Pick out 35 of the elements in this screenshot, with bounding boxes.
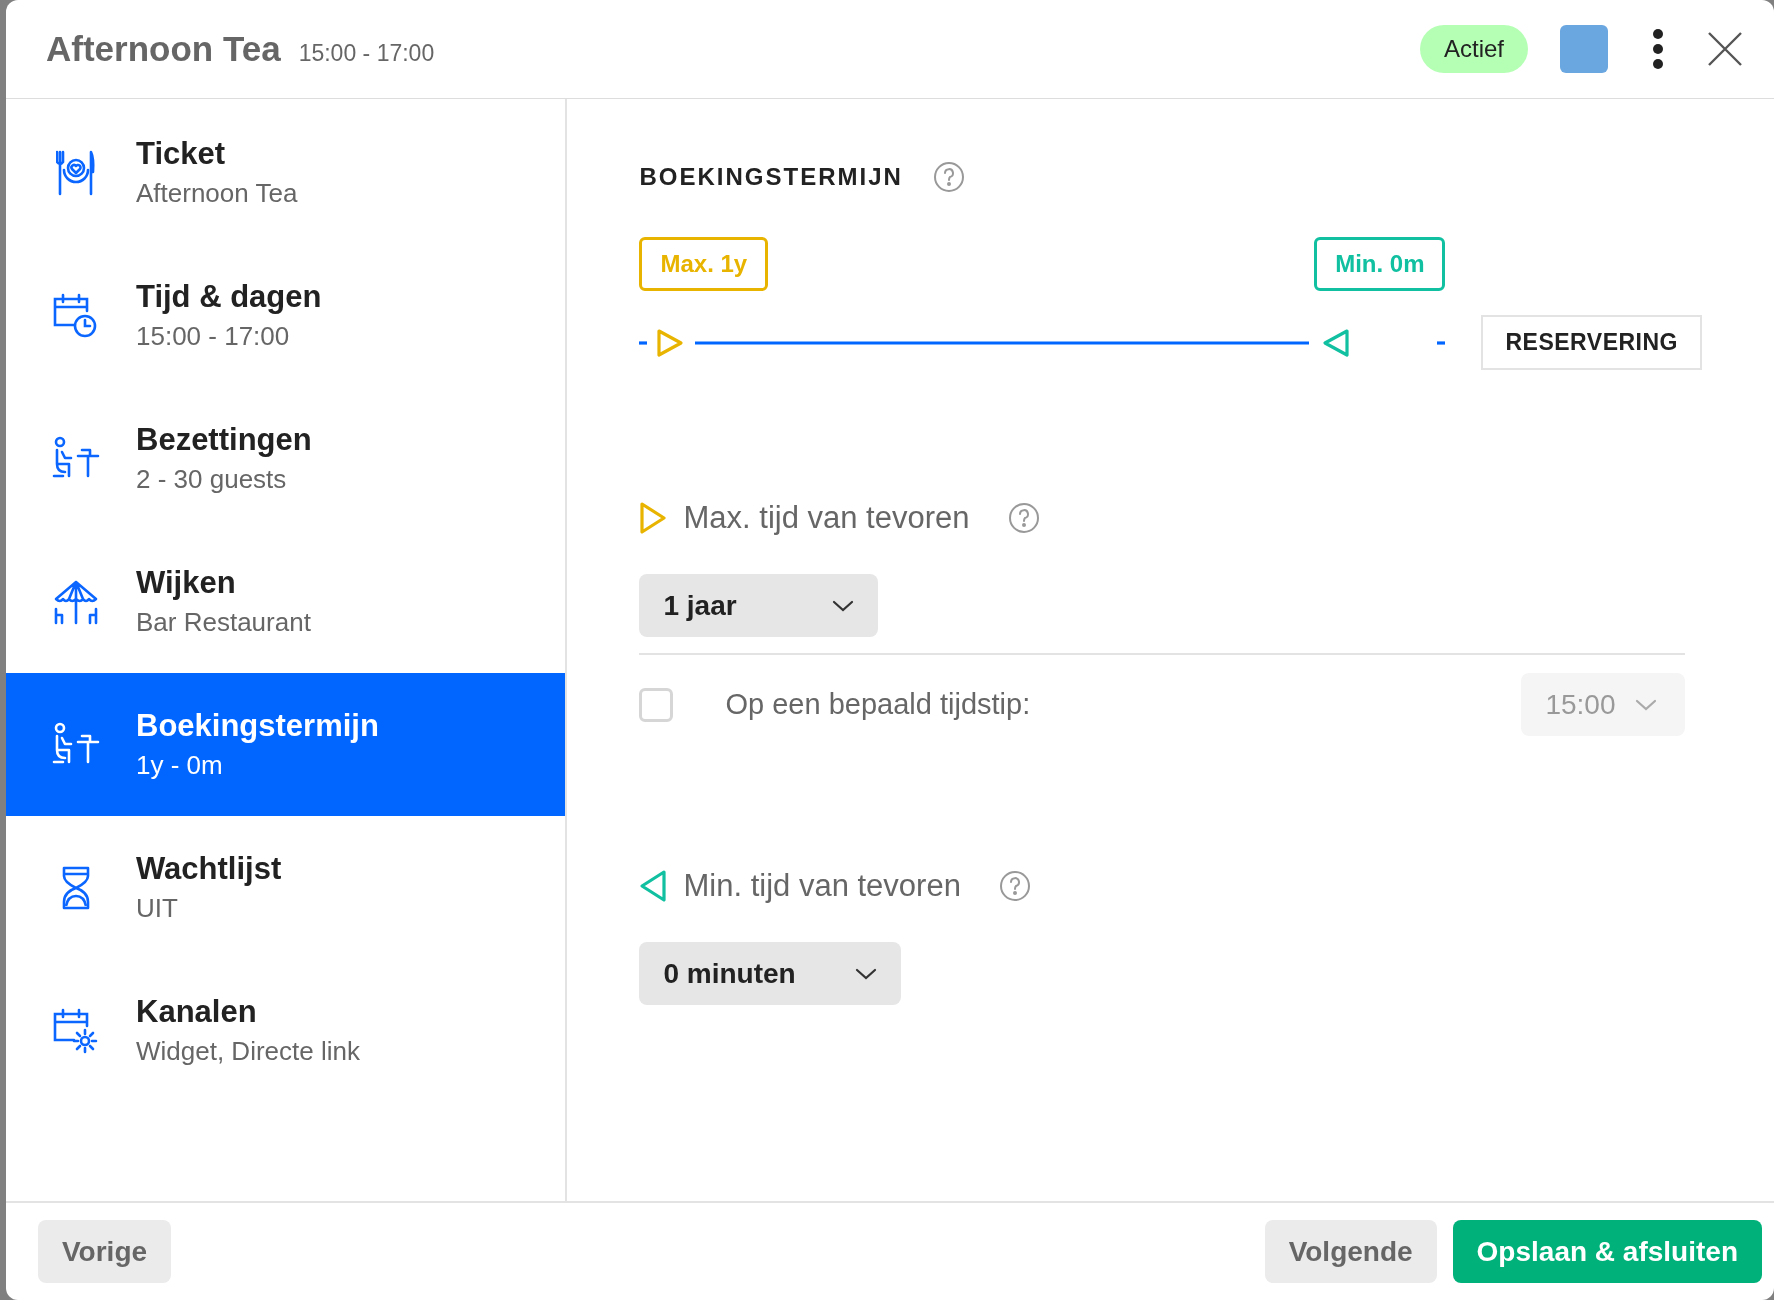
- chevron-down-icon: [1635, 698, 1658, 711]
- chevron-down-icon: [855, 967, 878, 980]
- sidebar-item[interactable]: Wachtlijst UIT: [6, 816, 566, 959]
- max-advance-label: Max. tijd van tevoren: [683, 500, 970, 536]
- sidebar-item[interactable]: Kanalen Widget, Directe link: [6, 959, 566, 1102]
- chevron-down-icon: [832, 599, 855, 612]
- sidebar-item[interactable]: Wijken Bar Restaurant: [6, 530, 566, 673]
- help-icon[interactable]: [932, 161, 965, 193]
- calendar-gear-icon: [52, 1007, 100, 1054]
- close-icon[interactable]: [1708, 32, 1742, 66]
- parasol-icon: [52, 578, 100, 625]
- reservation-label: RESERVERING: [1481, 315, 1702, 370]
- window-title: Afternoon Tea: [46, 29, 281, 69]
- help-icon[interactable]: [998, 870, 1031, 902]
- more-options-icon[interactable]: [1652, 29, 1664, 69]
- next-button[interactable]: Volgende: [1264, 1220, 1437, 1283]
- specific-time-label: Op een bepaald tijdstip:: [725, 688, 1032, 721]
- max-advance-dropdown[interactable]: 1 jaar: [639, 574, 879, 637]
- min-advance-label: Min. tijd van tevoren: [683, 868, 961, 904]
- right-triangle-icon: [639, 501, 668, 535]
- min-advance-tag: Min. 0m: [1314, 237, 1446, 291]
- previous-button[interactable]: Vorige: [38, 1220, 172, 1283]
- help-icon[interactable]: [1007, 502, 1040, 534]
- left-triangle-icon: [639, 869, 668, 903]
- color-swatch[interactable]: [1560, 25, 1608, 73]
- section-title: BOEKINGSTERMIJN: [639, 163, 903, 191]
- status-badge[interactable]: Actief: [1419, 25, 1528, 73]
- cutlery-heart-icon: [56, 149, 96, 196]
- sidebar-item[interactable]: Ticket Afternoon Tea: [6, 101, 566, 244]
- min-advance-dropdown[interactable]: 0 minuten: [639, 942, 902, 1005]
- sidebar-item[interactable]: Tijd & dagen 15:00 - 17:00: [6, 244, 566, 387]
- window-subtitle: 15:00 - 17:00: [298, 39, 435, 67]
- sidebar-item[interactable]: Boekingstermijn 1y - 0m: [6, 673, 566, 816]
- sidebar-item[interactable]: Bezettingen 2 - 30 guests: [6, 387, 566, 530]
- max-advance-tag: Max. 1y: [639, 237, 769, 291]
